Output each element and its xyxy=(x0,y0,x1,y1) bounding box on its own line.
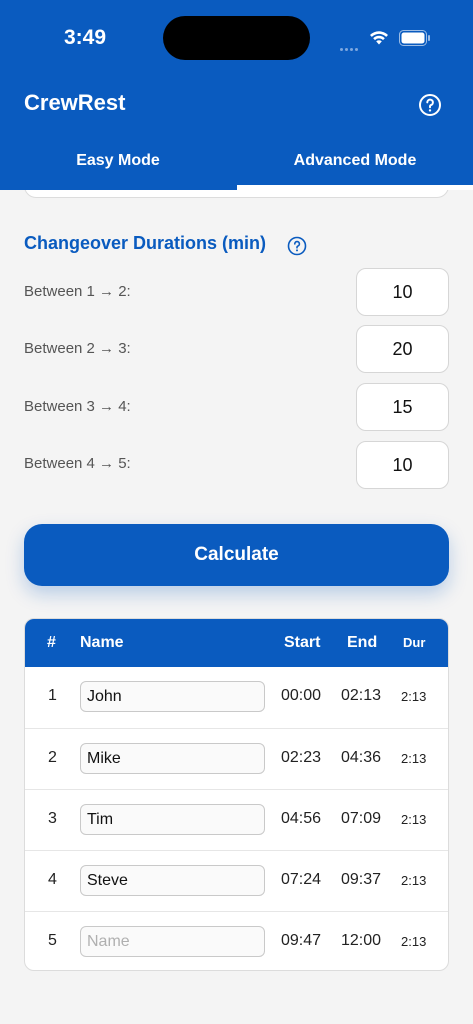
row-end: 07:09 xyxy=(341,810,382,827)
table-row: 5 Name 09:47 12:00 2:13 xyxy=(25,911,448,970)
changeover-label-2-3: Between 2 → 3: xyxy=(24,340,131,357)
header-dur: Dur xyxy=(403,635,426,650)
calculate-button[interactable]: Calculate xyxy=(24,524,449,586)
row-end: 04:36 xyxy=(341,749,382,766)
table-header: # Name Start End Dur xyxy=(25,619,448,667)
changeover-input-2-3[interactable]: 20 xyxy=(356,325,449,373)
name-input[interactable]: Mike xyxy=(80,743,265,774)
schedule-table: # Name Start End Dur 1 John 00:00 02:13 … xyxy=(24,618,449,971)
row-start: 04:56 xyxy=(281,810,322,827)
changeover-input-3-4[interactable]: 15 xyxy=(356,383,449,431)
table-row: 3 Tim 04:56 07:09 2:13 xyxy=(25,789,448,850)
app-header: 3:49 CrewRest Easy Mode Advanced Mode xyxy=(0,0,473,190)
changeover-label-4-5: Between 4 → 5: xyxy=(24,455,131,472)
cellular-signal-icon xyxy=(340,38,362,51)
row-dur: 2:13 xyxy=(401,751,427,766)
header-num: # xyxy=(47,634,56,651)
tab-easy-mode[interactable]: Easy Mode xyxy=(0,152,236,178)
row-end: 09:37 xyxy=(341,871,382,888)
changeover-label-3-4: Between 3 → 4: xyxy=(24,398,131,415)
row-dur: 2:13 xyxy=(401,812,427,827)
name-input[interactable]: John xyxy=(80,681,265,712)
row-start: 00:00 xyxy=(281,687,322,704)
help-icon[interactable] xyxy=(418,93,442,117)
status-time: 3:49 xyxy=(64,26,107,49)
changeover-input-4-5[interactable]: 10 xyxy=(356,441,449,489)
row-start: 02:23 xyxy=(281,749,322,766)
row-num: 4 xyxy=(48,871,57,888)
battery-icon xyxy=(399,30,430,46)
row-end: 02:13 xyxy=(341,687,382,704)
changeover-label-1-2: Between 1 → 2: xyxy=(24,283,131,300)
row-start: 07:24 xyxy=(281,871,322,888)
row-num: 5 xyxy=(48,932,57,949)
wifi-icon xyxy=(370,31,388,45)
header-end: End xyxy=(347,634,378,651)
header-name: Name xyxy=(80,634,124,651)
table-row: 1 John 00:00 02:13 2:13 xyxy=(25,667,448,728)
name-input-empty[interactable]: Name xyxy=(80,926,265,957)
tab-advanced-mode[interactable]: Advanced Mode xyxy=(237,152,473,178)
row-end: 12:00 xyxy=(341,932,382,949)
changeover-input-1-2[interactable]: 10 xyxy=(356,268,449,316)
table-row: 2 Mike 02:23 04:36 2:13 xyxy=(25,728,448,789)
help-icon[interactable] xyxy=(287,236,307,256)
row-num: 3 xyxy=(48,810,57,827)
app-title: CrewRest xyxy=(24,90,126,115)
tab-selected-indicator xyxy=(237,185,473,190)
row-dur: 2:13 xyxy=(401,873,427,888)
name-input[interactable]: Tim xyxy=(80,804,265,835)
row-num: 2 xyxy=(48,749,57,766)
row-num: 1 xyxy=(48,687,57,704)
changeover-title: Changeover Durations (min) xyxy=(24,233,267,253)
row-dur: 2:13 xyxy=(401,934,427,949)
table-row: 4 Steve 07:24 09:37 2:13 xyxy=(25,850,448,911)
dynamic-island xyxy=(163,16,310,60)
row-start: 09:47 xyxy=(281,932,322,949)
row-dur: 2:13 xyxy=(401,689,427,704)
name-input[interactable]: Steve xyxy=(80,865,265,896)
header-start: Start xyxy=(284,634,321,651)
